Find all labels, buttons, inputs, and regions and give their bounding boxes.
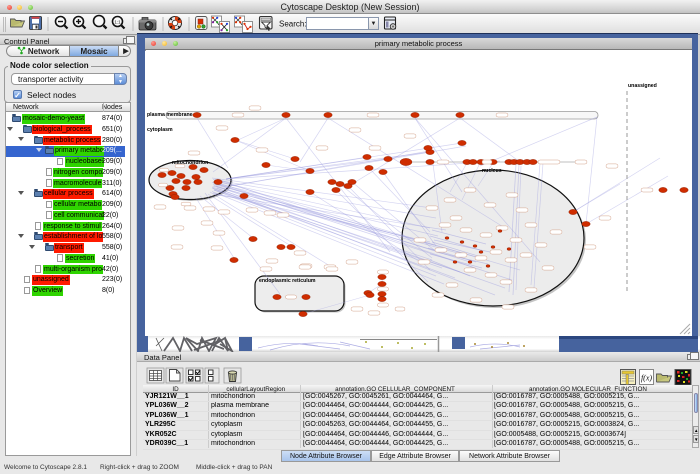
svg-text:nucleus: nucleus <box>482 168 502 174</box>
svg-text:1:1: 1:1 <box>114 20 121 25</box>
svg-text:f(x): f(x) <box>641 374 652 383</box>
svg-text:unassigned: unassigned <box>628 83 657 89</box>
svg-text:cytoplasm: cytoplasm <box>147 127 173 133</box>
svg-text:plasma membrane: plasma membrane <box>147 112 193 118</box>
svg-text:endoplasmic reticulum: endoplasmic reticulum <box>259 278 316 284</box>
svg-text:Search:: Search: <box>279 20 307 29</box>
